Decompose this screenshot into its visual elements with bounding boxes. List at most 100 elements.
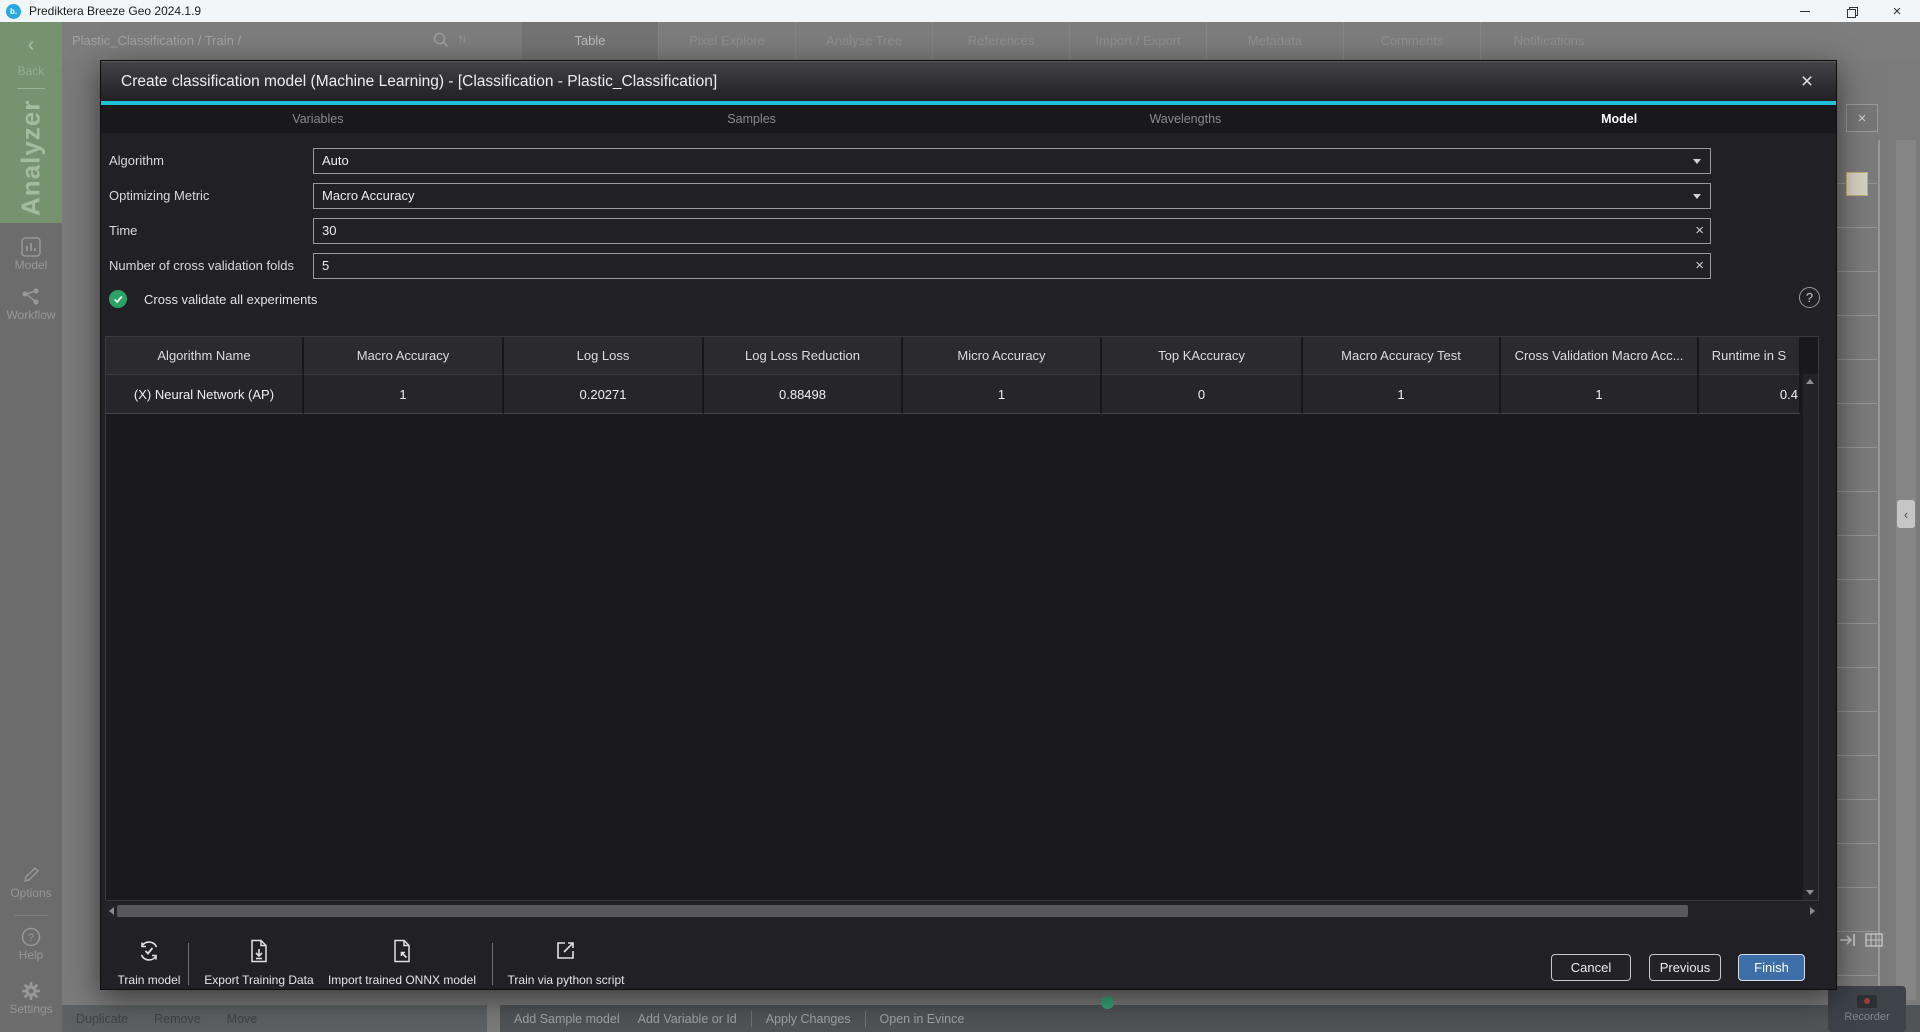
tab-analyse-tree[interactable]: Analyse Tree xyxy=(795,22,932,60)
folds-input[interactable]: 5 × xyxy=(313,253,1711,279)
sidebar-item-settings[interactable]: Settings xyxy=(0,980,62,1016)
recorder-button[interactable]: Recorder xyxy=(1828,986,1906,1032)
back-chevron-icon[interactable]: ‹ xyxy=(0,34,62,57)
open-in-evince-button[interactable]: Open in Evince xyxy=(878,1012,967,1026)
sidebar-item-back[interactable]: Back xyxy=(0,64,62,78)
col-algorithm-name[interactable]: Algorithm Name xyxy=(106,337,304,374)
background-panel-edge xyxy=(1878,140,1880,1000)
scroll-down-icon[interactable] xyxy=(1806,890,1814,895)
time-input[interactable]: 30 × xyxy=(313,218,1711,244)
folds-value: 5 xyxy=(322,258,329,273)
tab-metadata[interactable]: Metadata xyxy=(1206,22,1343,60)
optimizing-metric-dropdown[interactable]: Macro Accuracy xyxy=(313,183,1711,209)
clear-icon[interactable]: × xyxy=(1695,219,1704,243)
restore-button[interactable] xyxy=(1828,0,1874,22)
previous-button[interactable]: Previous xyxy=(1649,954,1721,981)
col-log-loss[interactable]: Log Loss xyxy=(504,337,704,374)
table-row[interactable]: (X) Neural Network (AP) 1 0.20271 0.8849… xyxy=(106,374,1818,414)
scrollbar-thumb[interactable] xyxy=(117,905,1688,917)
cancel-button[interactable]: Cancel xyxy=(1551,954,1631,981)
sidebar-divider xyxy=(14,915,48,916)
clear-icon[interactable]: × xyxy=(1695,254,1704,278)
bottom-bar-right: Add Sample model Add Variable or Id Appl… xyxy=(500,1005,1920,1032)
dialog-close-button[interactable]: × xyxy=(1794,69,1820,95)
folds-label: Number of cross validation folds xyxy=(109,253,294,279)
algorithm-value: Auto xyxy=(322,153,349,168)
minimize-button[interactable] xyxy=(1782,0,1828,22)
bottom-bar-left: Duplicate Remove Move xyxy=(62,1005,487,1032)
algorithm-dropdown[interactable]: Auto xyxy=(313,148,1711,174)
col-runtime[interactable]: Runtime in S xyxy=(1699,337,1801,374)
tab-notifications[interactable]: Notifications xyxy=(1480,22,1617,60)
toolbar-label: Train model xyxy=(118,973,181,987)
chevron-down-icon xyxy=(1693,194,1701,199)
tab-references[interactable]: References xyxy=(932,22,1069,60)
col-top-k-accuracy[interactable]: Top KAccuracy xyxy=(1102,337,1303,374)
cross-validate-checkbox[interactable]: Cross validate all experiments xyxy=(109,289,317,309)
sidebar-item-workflow[interactable]: Workflow xyxy=(0,286,62,322)
minimize-icon xyxy=(1800,11,1810,12)
cell-macro-accuracy-test: 1 xyxy=(1303,374,1501,414)
apply-changes-button[interactable]: Apply Changes xyxy=(764,1012,853,1026)
chevron-down-icon xyxy=(1693,159,1701,164)
col-micro-accuracy[interactable]: Micro Accuracy xyxy=(903,337,1102,374)
sort-icon[interactable]: ↑↓ xyxy=(458,33,465,45)
scroll-left-icon[interactable] xyxy=(109,907,114,915)
algorithm-label: Algorithm xyxy=(109,148,164,174)
export-training-data-button[interactable]: Export Training Data xyxy=(199,939,319,987)
tab-comments[interactable]: Comments xyxy=(1343,22,1480,60)
toolbar-label: Train via python script xyxy=(508,973,625,987)
step-variables[interactable]: Variables xyxy=(101,105,535,133)
recorder-icon xyxy=(1857,995,1877,1008)
help-icon: ? xyxy=(0,926,62,948)
sidebar: ‹ Back Analyzer Model Workflow Options xyxy=(0,22,62,1032)
train-via-python-button[interactable]: Train via python script xyxy=(503,939,629,987)
background-toolbar-icons xyxy=(1838,930,1884,950)
time-value: 30 xyxy=(322,223,336,238)
step-model[interactable]: Model xyxy=(1402,105,1836,133)
tab-pixel-explore[interactable]: Pixel Explore xyxy=(658,22,795,60)
add-sample-model-button[interactable]: Add Sample model xyxy=(512,1012,622,1026)
tab-import-export[interactable]: Import / Export xyxy=(1069,22,1206,60)
sidebar-analyzer-label[interactable]: Analyzer xyxy=(0,98,62,218)
dialog-title: Create classification model (Machine Lea… xyxy=(121,62,717,102)
col-macro-accuracy-test[interactable]: Macro Accuracy Test xyxy=(1303,337,1501,374)
breadcrumb[interactable]: Plastic_Classification / Train / xyxy=(72,22,241,60)
tab-table[interactable]: Table xyxy=(521,22,658,60)
train-model-button[interactable]: Train model xyxy=(109,939,189,987)
panel-collapse-handle[interactable]: ‹ xyxy=(1897,500,1915,528)
close-window-button[interactable]: × xyxy=(1874,0,1920,22)
question-icon: ? xyxy=(1806,290,1813,305)
col-cross-validation[interactable]: Cross Validation Macro Acc... xyxy=(1501,337,1699,374)
col-macro-accuracy[interactable]: Macro Accuracy xyxy=(304,337,504,374)
help-button[interactable]: ? xyxy=(1799,287,1820,308)
screen: b. Prediktera Breeze Geo 2024.1.9 × Plas… xyxy=(0,0,1920,1032)
sidebar-item-options[interactable]: Options xyxy=(0,864,62,900)
goto-end-icon[interactable] xyxy=(1838,930,1858,950)
import-onnx-model-button[interactable]: Import trained ONNX model xyxy=(321,939,483,987)
table-horizontal-scrollbar[interactable] xyxy=(105,903,1819,919)
scroll-right-icon[interactable] xyxy=(1810,907,1815,915)
duplicate-button[interactable]: Duplicate xyxy=(74,1012,130,1026)
table-vertical-scrollbar[interactable] xyxy=(1803,374,1818,900)
app-header: Plastic_Classification / Train / ↑↓ Tabl… xyxy=(62,22,1920,60)
background-close-button[interactable]: × xyxy=(1846,104,1878,132)
col-log-loss-reduction[interactable]: Log Loss Reduction xyxy=(704,337,903,374)
remove-button[interactable]: Remove xyxy=(152,1012,203,1026)
step-wavelengths[interactable]: Wavelengths xyxy=(969,105,1403,133)
metric-label: Optimizing Metric xyxy=(109,183,209,209)
measure-grid-icon[interactable] xyxy=(1864,930,1884,950)
sidebar-item-model[interactable]: Model xyxy=(0,236,62,272)
close-icon: × xyxy=(1801,70,1813,94)
move-button[interactable]: Move xyxy=(225,1012,260,1026)
add-variable-button[interactable]: Add Variable or Id xyxy=(636,1012,739,1026)
background-scrollbar-track[interactable] xyxy=(1896,140,1916,1000)
scroll-up-icon[interactable] xyxy=(1806,379,1814,384)
close-icon: × xyxy=(1858,110,1867,127)
export-document-icon xyxy=(248,939,270,963)
finish-button[interactable]: Finish xyxy=(1738,954,1805,981)
sidebar-item-help[interactable]: ? Help xyxy=(0,926,62,962)
cell-micro-accuracy: 1 xyxy=(903,374,1102,414)
step-samples[interactable]: Samples xyxy=(535,105,969,133)
search-icon[interactable] xyxy=(432,31,450,49)
